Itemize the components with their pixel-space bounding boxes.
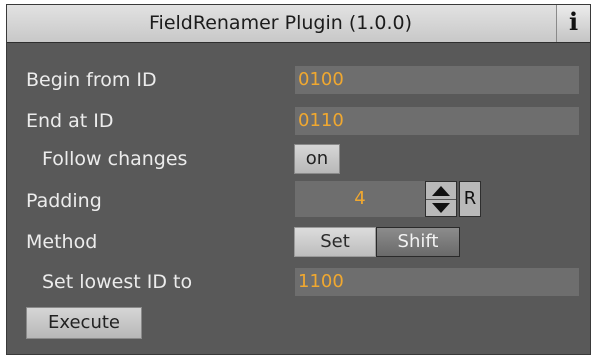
method-label: Method — [26, 231, 98, 253]
begin-from-id-label: Begin from ID — [26, 69, 157, 91]
panel-title: FieldRenamer Plugin (1.0.0) — [149, 12, 412, 34]
method-shift-button[interactable]: Shift — [376, 227, 460, 257]
follow-changes-toggle[interactable]: on — [294, 144, 340, 174]
padding-value-field[interactable]: 4 — [295, 181, 425, 217]
end-at-id-label: End at ID — [26, 110, 114, 132]
padding-stepper[interactable] — [425, 181, 457, 217]
follow-changes-label: Follow changes — [42, 148, 188, 170]
begin-from-id-field[interactable]: 0100 — [295, 66, 579, 94]
padding-label: Padding — [26, 190, 102, 212]
method-set-button[interactable]: Set — [294, 227, 376, 257]
stepper-up-icon[interactable] — [426, 182, 456, 200]
padding-reset-button[interactable]: R — [459, 181, 481, 217]
title-bar: FieldRenamer Plugin (1.0.0) i — [7, 5, 590, 43]
plugin-panel: FieldRenamer Plugin (1.0.0) i Begin from… — [6, 4, 591, 355]
stepper-down-icon[interactable] — [426, 199, 456, 216]
end-at-id-field[interactable]: 0110 — [295, 107, 579, 135]
set-lowest-id-label: Set lowest ID to — [42, 271, 193, 293]
execute-button[interactable]: Execute — [26, 307, 142, 339]
info-icon: i — [568, 7, 579, 36]
set-lowest-id-field[interactable]: 1100 — [295, 268, 579, 296]
info-button[interactable]: i — [556, 5, 590, 42]
